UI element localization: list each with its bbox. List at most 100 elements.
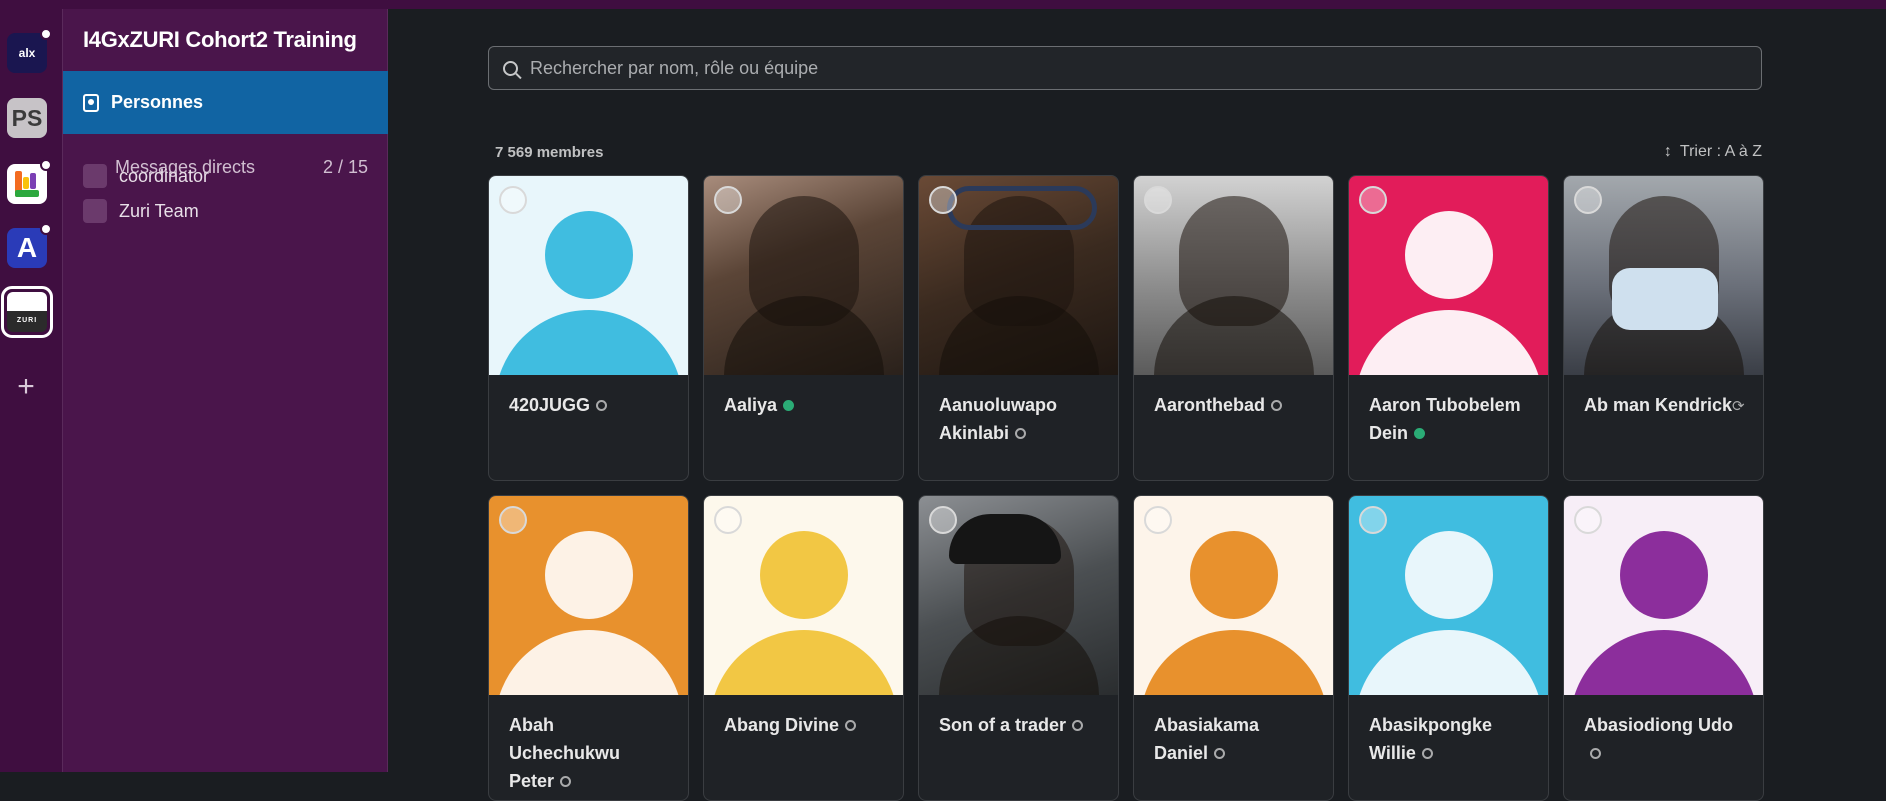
status-away-icon (596, 400, 608, 411)
member-name-row: Ab man Kendrick⟳ (1564, 375, 1763, 421)
member-card[interactable]: Aaliya (703, 175, 904, 481)
member-name: Aaron Tubobelem Dein (1369, 395, 1521, 443)
member-name: Abang Divine (724, 715, 840, 735)
select-member-checkbox[interactable] (929, 506, 957, 534)
sort-label: Trier : A à Z (1679, 143, 1762, 160)
avatar (919, 176, 1118, 375)
member-name: Abasiakama Daniel (1154, 715, 1260, 763)
status-away-icon (560, 776, 572, 787)
dm-item-coordinator[interactable]: coordinator (83, 163, 209, 189)
cap-shape (949, 514, 1061, 564)
avatar-body (1355, 630, 1543, 695)
select-member-checkbox[interactable] (714, 186, 742, 214)
sidebar-item-label: Personnes (111, 92, 204, 112)
select-member-checkbox[interactable] (1359, 186, 1387, 214)
people-directory-icon (83, 93, 99, 112)
photo-shape (1154, 296, 1314, 375)
avatar-head (1620, 531, 1708, 619)
workspace-ps[interactable]: PS (7, 98, 47, 138)
add-workspace-button[interactable]: + (10, 370, 42, 403)
member-name: Abasiodiong Udo (1584, 715, 1733, 735)
member-name: Aaronthebad (1154, 395, 1266, 415)
sort-icon: ↕ (1663, 143, 1672, 160)
photo-shape (724, 296, 884, 375)
workspace-l[interactable] (7, 159, 52, 204)
workspace-alx[interactable]: alx (7, 28, 52, 73)
status-away-icon (845, 720, 857, 731)
workspace-ps-label: PS (11, 104, 43, 131)
member-card[interactable]: Abang Divine (703, 495, 904, 801)
direct-messages-count: 2 / 15 (322, 157, 368, 177)
photo-shape (939, 296, 1099, 375)
unread-dot (40, 159, 52, 171)
status-active-icon (1414, 428, 1426, 439)
avatar-head (1190, 531, 1278, 619)
unread-dot (40, 28, 52, 40)
avatar (83, 199, 107, 223)
avatar-head (1405, 531, 1493, 619)
avatar-body (495, 310, 683, 375)
select-member-checkbox[interactable] (1359, 506, 1387, 534)
member-name-row: Abasikpongke Willie (1349, 695, 1548, 767)
member-card[interactable]: Ab man Kendrick⟳ (1563, 175, 1764, 481)
workspace-l-icon (15, 171, 39, 197)
member-name-row: Abasiakama Daniel (1134, 695, 1333, 767)
window-top-bar (0, 0, 1886, 9)
member-name-row: Son of a trader (919, 695, 1118, 739)
member-card[interactable]: Abasiodiong Udo (1563, 495, 1764, 801)
photo-shape (939, 616, 1099, 695)
workspace-alx-label: alx (18, 46, 36, 60)
member-card[interactable]: Aaronthebad (1133, 175, 1334, 481)
select-member-checkbox[interactable] (499, 186, 527, 214)
search-icon (503, 60, 518, 76)
member-name-row: Abah Uchechukwu Peter (489, 695, 688, 795)
workspace-title[interactable]: I4GxZURI Cohort2 Training (83, 27, 357, 53)
member-name: Aaliya (724, 395, 778, 415)
avatar (704, 496, 903, 695)
member-card[interactable]: 420JUGG (488, 175, 689, 481)
member-name: Aanuoluwapo Akinlabi (939, 395, 1057, 443)
member-card[interactable]: Aaron Tubobelem Dein (1348, 175, 1549, 481)
workspace-active-i4gxzuri[interactable]: ZURI (1, 286, 53, 338)
dm-item-label: coordinator (119, 165, 210, 186)
select-member-checkbox[interactable] (929, 186, 957, 214)
dm-item-zuri-team[interactable]: Zuri Team (83, 198, 199, 224)
sidebar-item-people[interactable]: Personnes (63, 71, 388, 134)
member-card[interactable]: Abasiakama Daniel (1133, 495, 1334, 801)
workspace-a[interactable]: A (7, 223, 52, 268)
avatar-head (760, 531, 848, 619)
status-away-icon (1015, 428, 1027, 439)
member-card[interactable]: Aanuoluwapo Akinlabi (918, 175, 1119, 481)
avatar-body (1140, 630, 1328, 695)
select-member-checkbox[interactable] (1144, 506, 1172, 534)
plus-icon: + (17, 370, 35, 403)
member-card[interactable]: Abah Uchechukwu Peter (488, 495, 689, 801)
select-member-checkbox[interactable] (499, 506, 527, 534)
select-member-checkbox[interactable] (1574, 186, 1602, 214)
select-member-checkbox[interactable] (714, 506, 742, 534)
member-name-row: Aanuoluwapo Akinlabi (919, 375, 1118, 447)
avatar (1349, 176, 1548, 375)
select-member-checkbox[interactable] (1574, 506, 1602, 534)
member-name: Son of a trader (939, 715, 1067, 735)
sort-button[interactable]: ↕ Trier : A à Z (1664, 143, 1762, 161)
member-name-row: Abang Divine (704, 695, 903, 739)
member-card[interactable]: Son of a trader (918, 495, 1119, 801)
channel-sidebar: I4GxZURI Cohort2 Training Personnes Mess… (63, 9, 388, 772)
status-away-icon (1590, 748, 1601, 759)
glasses-shape (947, 186, 1097, 230)
member-card[interactable]: Abasikpongke Willie (1348, 495, 1549, 801)
avatar-body (495, 630, 683, 695)
select-member-checkbox[interactable] (1144, 186, 1172, 214)
workspace-active-bottom-text: ZURI (16, 316, 38, 324)
avatar (83, 164, 107, 188)
avatar-head (545, 211, 633, 299)
avatar-body (1570, 630, 1758, 695)
search-input[interactable] (530, 57, 1761, 79)
status-away-icon (1214, 748, 1226, 759)
avatar-head (545, 531, 633, 619)
status-away-icon (1271, 400, 1283, 411)
avatar-body (710, 630, 898, 695)
search-bar[interactable] (488, 46, 1762, 90)
unread-dot (40, 223, 52, 235)
